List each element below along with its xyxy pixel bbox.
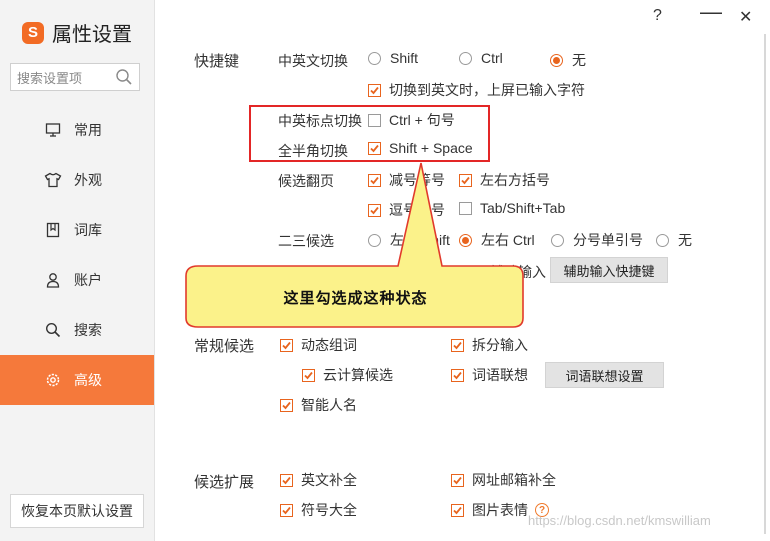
- checkbox-checked-icon: [280, 473, 293, 487]
- english-complete-checkbox[interactable]: 英文补全: [280, 470, 357, 490]
- symbol-collection-checkbox[interactable]: 符号大全: [280, 500, 357, 520]
- checkbox-checked-icon: [302, 368, 315, 382]
- checkbox-checked-icon: [280, 338, 293, 352]
- cloud-candidate-checkbox[interactable]: 云计算候选: [302, 365, 393, 385]
- regular-candidates-section-label: 常规候选: [194, 338, 255, 355]
- url-email-complete-checkbox[interactable]: 网址邮箱补全: [451, 470, 556, 490]
- checkbox-checked-icon: [451, 338, 464, 352]
- option-label: 动态组词: [301, 337, 357, 353]
- checkbox-checked-icon: [451, 473, 464, 487]
- callout-text: 这里勾选成这种状态: [283, 289, 428, 307]
- option-label: 智能人名: [301, 397, 357, 413]
- checkbox-checked-icon: [451, 368, 464, 382]
- checkbox-checked-icon: [280, 503, 293, 517]
- word-association-checkbox[interactable]: 词语联想: [451, 365, 528, 385]
- split-input-checkbox[interactable]: 拆分输入: [451, 335, 528, 355]
- option-label: 符号大全: [301, 502, 357, 518]
- option-label: 网址邮箱补全: [472, 472, 556, 488]
- callout-balloon: [185, 162, 524, 328]
- option-label: 英文补全: [301, 472, 357, 488]
- smart-name-checkbox[interactable]: 智能人名: [280, 395, 357, 415]
- dynamic-phrase-checkbox[interactable]: 动态组词: [280, 335, 357, 355]
- candidate-extension-section-label: 候选扩展: [194, 474, 255, 491]
- option-label: 云计算候选: [323, 367, 393, 383]
- checkbox-checked-icon: [280, 398, 293, 412]
- word-association-settings-button[interactable]: 词语联想设置: [545, 362, 664, 388]
- checkbox-checked-icon: [451, 503, 464, 517]
- option-label: 拆分输入: [472, 337, 528, 353]
- option-label: 图片表情: [472, 502, 528, 518]
- option-label: 词语联想: [472, 367, 528, 383]
- watermark: https://blog.csdn.net/kmswilliam: [528, 513, 711, 528]
